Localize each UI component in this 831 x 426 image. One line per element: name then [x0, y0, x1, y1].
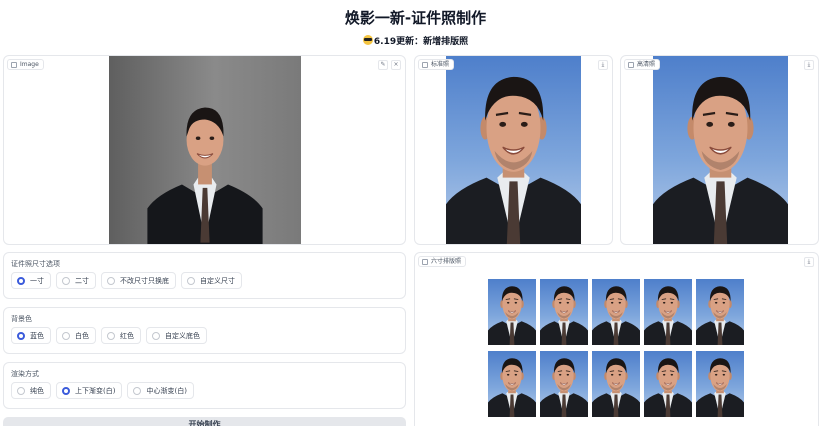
radio-icon — [152, 331, 160, 340]
sunglasses-emoji-icon — [362, 35, 373, 45]
layout-thumbnail — [540, 351, 588, 417]
layout-thumbnail — [592, 351, 640, 417]
thumbnail-person-figure — [488, 357, 536, 417]
layout-thumbnail — [488, 351, 536, 417]
bg-color-label: 背景色 — [11, 315, 32, 323]
standard-panel-label: 标准照 — [418, 59, 455, 70]
bg-option-blue[interactable]: 蓝色 — [11, 327, 51, 344]
hd-panel-label: 高清照 — [624, 59, 661, 70]
radio-icon — [17, 331, 25, 340]
layout-label-text: 六寸排版照 — [431, 258, 462, 265]
layout-thumbnail — [644, 351, 692, 417]
input-person-figure — [147, 107, 263, 244]
size-option-one-inch[interactable]: 一寸 — [11, 272, 51, 289]
thumbnail-person-figure — [644, 285, 692, 345]
image-icon — [11, 61, 17, 68]
standard-person-figure — [446, 75, 581, 244]
start-button[interactable]: 开始制作 — [3, 417, 406, 426]
thumbnail-person-figure — [540, 285, 588, 345]
download-button[interactable]: ⤓ — [598, 60, 608, 70]
hd-photo-panel: 高清照 ⤓ — [620, 55, 819, 245]
layout-thumbnail — [488, 279, 536, 345]
update-note: 6.19更新：新增排版照 — [0, 34, 831, 47]
radio-icon — [17, 276, 25, 285]
thumbnail-person-figure — [488, 285, 536, 345]
size-options-label: 证件照尺寸选项 — [11, 260, 60, 268]
size-options-group: 证件照尺寸选项 一寸 二寸 不改尺寸只换底 自定义尺寸 — [3, 252, 406, 299]
download-button[interactable]: ⤓ — [804, 60, 814, 70]
render-option-solid[interactable]: 纯色 — [11, 382, 51, 399]
image-icon — [422, 61, 428, 68]
size-option-keep-size[interactable]: 不改尺寸只换底 — [101, 272, 176, 289]
bg-option-red[interactable]: 红色 — [101, 327, 141, 344]
image-label-text: Image — [20, 61, 39, 68]
layout-panel-label: 六寸排版照 — [418, 256, 467, 267]
thumbnail-person-figure — [644, 357, 692, 417]
thumbnail-person-figure — [696, 285, 744, 345]
radio-icon — [107, 331, 115, 340]
layout-thumbnail — [644, 279, 692, 345]
layout-photo-grid — [488, 279, 744, 417]
standard-label-text: 标准照 — [431, 61, 450, 68]
standard-photo — [446, 56, 581, 244]
size-option-two-inch[interactable]: 二寸 — [56, 272, 96, 289]
radio-icon — [187, 276, 195, 285]
image-panel-label: Image — [7, 59, 44, 70]
radio-icon — [62, 331, 70, 340]
layout-thumbnail — [696, 279, 744, 345]
layout-thumbnail — [696, 351, 744, 417]
hd-label-text: 高清照 — [637, 61, 656, 68]
page-title: 焕影一新-证件照制作 — [344, 9, 487, 27]
render-option-vertical-gradient[interactable]: 上下渐变(白) — [56, 382, 123, 399]
radio-icon — [62, 276, 70, 285]
image-upload-panel[interactable]: Image ✎ × — [3, 55, 406, 245]
bg-option-custom[interactable]: 自定义底色 — [146, 327, 207, 344]
image-icon — [628, 61, 634, 68]
render-method-group: 渲染方式 纯色 上下渐变(白) 中心渐变(白) — [3, 362, 406, 409]
layout-thumbnail — [540, 279, 588, 345]
clear-button[interactable]: × — [391, 60, 401, 70]
radio-icon — [17, 386, 25, 395]
size-option-custom[interactable]: 自定义尺寸 — [181, 272, 242, 289]
hd-person-figure — [653, 75, 788, 244]
thumbnail-person-figure — [592, 285, 640, 345]
bg-option-white[interactable]: 白色 — [56, 327, 96, 344]
radio-icon — [62, 386, 70, 395]
update-note-text: 6.19更新：新增排版照 — [373, 37, 469, 47]
render-method-label: 渲染方式 — [11, 370, 39, 378]
input-photo — [109, 56, 301, 244]
layout-thumbnail — [592, 279, 640, 345]
standard-photo-panel: 标准照 ⤓ — [414, 55, 613, 245]
download-button[interactable]: ⤓ — [804, 257, 814, 267]
image-icon — [422, 258, 428, 265]
render-option-center-gradient[interactable]: 中心渐变(白) — [127, 382, 194, 399]
edit-button[interactable]: ✎ — [378, 60, 388, 70]
thumbnail-person-figure — [696, 357, 744, 417]
hd-photo — [653, 56, 788, 244]
bg-color-group: 背景色 蓝色 白色 红色 自定义底色 — [3, 307, 406, 354]
radio-icon — [107, 276, 115, 285]
radio-icon — [133, 386, 142, 395]
thumbnail-person-figure — [592, 357, 640, 417]
thumbnail-person-figure — [540, 357, 588, 417]
